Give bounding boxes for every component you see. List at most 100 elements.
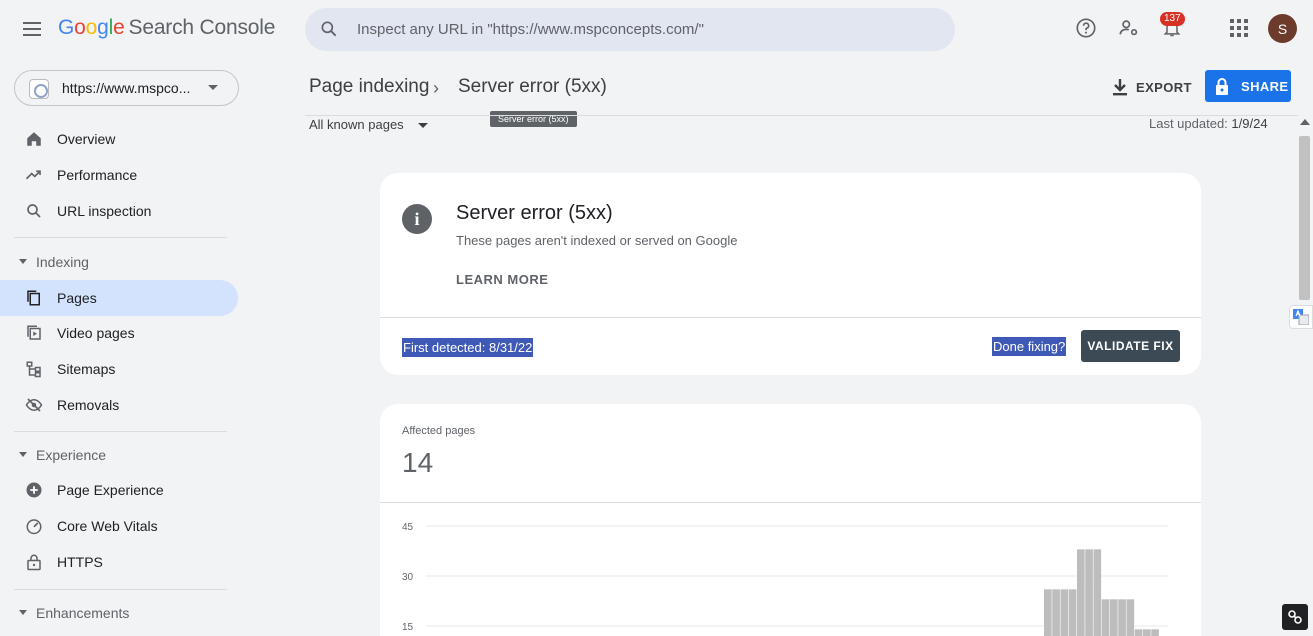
- sidebar-item-label: Video pages: [57, 325, 135, 341]
- url-inspection-search[interactable]: [305, 8, 955, 51]
- gauge-icon: [25, 517, 43, 535]
- y-tick-label: 30: [402, 572, 414, 583]
- logo-letter: e: [113, 16, 125, 39]
- chart-bar[interactable]: [1068, 589, 1077, 636]
- sitemaps-icon: [25, 360, 43, 378]
- y-tick-label: 15: [402, 622, 414, 633]
- info-icon: i: [402, 204, 432, 234]
- issue-title: Server error (5xx): [456, 202, 613, 224]
- logo-letter: o: [85, 16, 98, 39]
- sidebar-item-page-experience[interactable]: Page Experience: [0, 472, 238, 508]
- share-label: SHARE: [1241, 78, 1289, 94]
- sidebar-divider: [14, 589, 227, 590]
- chart-bar[interactable]: [1143, 629, 1151, 636]
- sidebar-item-label: Removals: [57, 397, 120, 413]
- y-tick-label: 45: [402, 522, 414, 533]
- sidebar-item-performance[interactable]: Performance: [0, 157, 238, 193]
- learn-more-link[interactable]: LEARN MORE: [456, 272, 548, 287]
- sidebar-item-label: Sitemaps: [57, 361, 116, 377]
- pages-icon: [25, 289, 43, 307]
- scrollbar-thumb[interactable]: [1299, 136, 1310, 300]
- sidebar-section-experience[interactable]: Experience: [0, 440, 238, 470]
- sidebar-section-label: Experience: [36, 447, 107, 463]
- chart-bar[interactable]: [1052, 589, 1060, 636]
- sidebar-item-label: Core Web Vitals: [57, 518, 158, 534]
- validate-fix-button[interactable]: VALIDATE FIX: [1081, 330, 1180, 362]
- sidebar-item-label: Page Experience: [57, 482, 164, 498]
- sidebar-item-label: URL inspection: [57, 203, 152, 219]
- first-detected: First detected: 8/31/22: [402, 338, 534, 357]
- issue-description: These pages aren't indexed or served on …: [456, 233, 738, 248]
- hamburger-menu-icon: [23, 22, 41, 36]
- notification-count-badge: 137: [1160, 12, 1185, 26]
- sidebar-item-overview[interactable]: Overview: [0, 121, 238, 157]
- main-menu-button[interactable]: [18, 16, 46, 42]
- sidebar-item-label: HTTPS: [57, 554, 103, 570]
- search-input[interactable]: [357, 18, 937, 40]
- sidebar-item-pages[interactable]: Pages: [0, 280, 238, 316]
- help-button[interactable]: [1073, 15, 1099, 41]
- app-logo[interactable]: Google Search Console: [58, 16, 275, 40]
- sidebar-section-indexing[interactable]: Indexing: [0, 247, 238, 277]
- chart-bar[interactable]: [1126, 599, 1135, 636]
- chart-bar[interactable]: [1134, 629, 1143, 636]
- collapse-arrow-icon: [19, 452, 27, 457]
- issue-summary-card: i Server error (5xx) These pages aren't …: [380, 173, 1201, 375]
- translate-button[interactable]: [1289, 305, 1313, 329]
- logo-letter: G: [58, 16, 75, 39]
- chart-bar[interactable]: [1110, 599, 1118, 636]
- help-icon: [1076, 18, 1096, 38]
- sidebar-divider: [14, 431, 227, 432]
- property-label: https://www.mspco...: [62, 80, 191, 96]
- property-favicon-icon: [29, 79, 49, 99]
- card-divider: [380, 502, 1201, 503]
- pages-filter-dropdown[interactable]: All known pages: [309, 117, 428, 132]
- lock-icon: [25, 553, 43, 571]
- share-button[interactable]: SHARE: [1205, 70, 1291, 102]
- affected-pages-count: 14: [402, 447, 434, 478]
- removals-icon: [25, 396, 43, 414]
- chart-bar[interactable]: [1118, 599, 1126, 636]
- sidebar-item-https[interactable]: HTTPS: [0, 544, 238, 580]
- apps-button[interactable]: [1226, 15, 1252, 41]
- manage-users-icon: [1119, 20, 1138, 36]
- trending-up-icon: [25, 166, 43, 184]
- last-updated: Last updated: 1/9/24: [1149, 116, 1268, 131]
- chart-bar[interactable]: [1077, 549, 1085, 636]
- sidebar-item-core-web-vitals[interactable]: Core Web Vitals: [0, 508, 238, 544]
- chart-bar[interactable]: [1060, 589, 1069, 636]
- sidebar-item-video-pages[interactable]: Video pages: [0, 315, 238, 351]
- sidebar-item-removals[interactable]: Removals: [0, 387, 238, 423]
- page-experience-icon: [25, 481, 43, 499]
- last-updated-value: 1/9/24: [1231, 116, 1268, 131]
- breadcrumb-page-indexing[interactable]: Page indexing: [309, 76, 429, 98]
- chart-bar[interactable]: [1085, 549, 1093, 636]
- search-icon: [321, 21, 337, 37]
- export-button[interactable]: EXPORT: [1112, 76, 1192, 98]
- chart-bar[interactable]: [1044, 589, 1052, 636]
- lock-icon: [1216, 78, 1228, 95]
- chart-bar[interactable]: [1151, 629, 1159, 636]
- dropdown-caret-icon: [417, 123, 428, 129]
- logo-letter: g: [97, 16, 109, 39]
- affected-pages-card: Affected pages 14 45 30 15: [380, 404, 1201, 636]
- sidebar-section-enhancements[interactable]: Enhancements: [0, 598, 238, 628]
- sidebar-item-sitemaps[interactable]: Sitemaps: [0, 351, 238, 387]
- home-icon: [25, 130, 43, 148]
- chart-bar[interactable]: [1101, 599, 1110, 636]
- search-icon: [25, 202, 43, 220]
- collapse-arrow-icon: [19, 259, 27, 264]
- card-divider: [380, 317, 1201, 318]
- download-icon: [1113, 79, 1127, 96]
- extension-widget-button[interactable]: [1282, 604, 1308, 630]
- chevron-right-icon: ›: [433, 78, 439, 98]
- account-avatar[interactable]: S: [1268, 14, 1297, 43]
- avatar-letter: S: [1277, 20, 1288, 37]
- chart-bar[interactable]: [1093, 549, 1102, 636]
- property-selector[interactable]: https://www.mspco...: [14, 70, 239, 106]
- logo-letter: o: [74, 16, 86, 39]
- sidebar-item-url-inspection[interactable]: URL inspection: [0, 193, 238, 229]
- scroll-up-arrow-icon[interactable]: [1300, 119, 1310, 125]
- user-settings-button[interactable]: [1116, 15, 1142, 41]
- last-updated-label: Last updated:: [1149, 116, 1228, 131]
